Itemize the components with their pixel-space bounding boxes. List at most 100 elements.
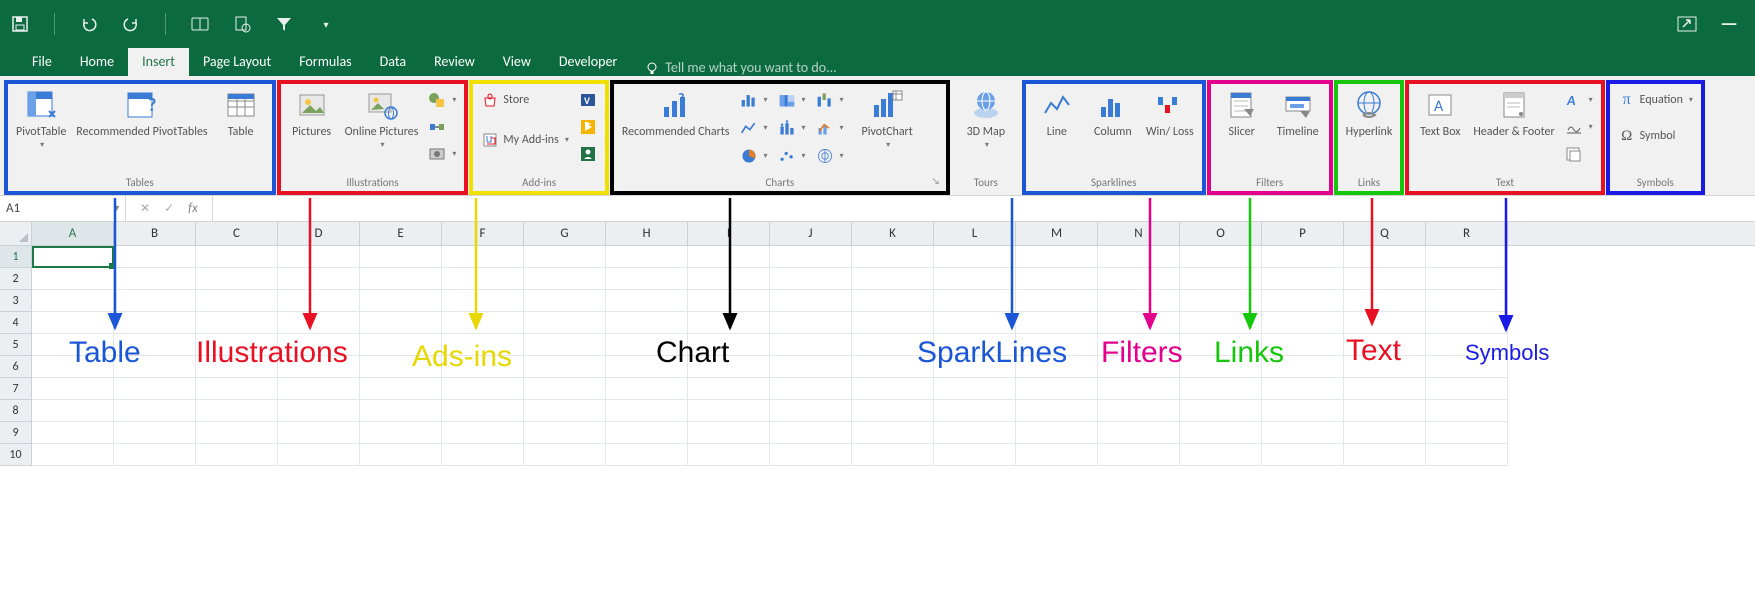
cell[interactable] — [32, 268, 114, 290]
cell[interactable] — [278, 400, 360, 422]
cell[interactable] — [1180, 400, 1262, 422]
row-header[interactable]: 2 — [0, 268, 32, 290]
cell[interactable] — [770, 378, 852, 400]
cell[interactable] — [934, 422, 1016, 444]
cell[interactable] — [360, 422, 442, 444]
cell[interactable] — [1098, 444, 1180, 466]
column-chart-button[interactable]: ▾ — [740, 88, 776, 112]
cell[interactable] — [852, 290, 934, 312]
cell[interactable] — [688, 290, 770, 312]
cell[interactable] — [196, 422, 278, 444]
cell[interactable] — [934, 400, 1016, 422]
cell[interactable] — [278, 268, 360, 290]
cell[interactable] — [114, 312, 196, 334]
cell[interactable] — [1426, 312, 1508, 334]
tab-data[interactable]: Data — [366, 47, 420, 76]
cell[interactable] — [524, 356, 606, 378]
cell[interactable] — [196, 246, 278, 268]
scatter-chart-button[interactable]: ▾ — [778, 144, 814, 168]
cell[interactable] — [196, 400, 278, 422]
cell[interactable] — [852, 444, 934, 466]
line-chart-button[interactable]: ▾ — [740, 116, 776, 140]
column-header[interactable]: K — [852, 222, 934, 245]
cell[interactable] — [1344, 290, 1426, 312]
cell[interactable] — [688, 356, 770, 378]
cell[interactable] — [196, 268, 278, 290]
cell[interactable] — [196, 334, 278, 356]
pictures-button[interactable]: Pictures — [289, 88, 335, 139]
cell[interactable] — [1016, 246, 1098, 268]
column-header[interactable]: R — [1426, 222, 1508, 245]
cell[interactable] — [770, 422, 852, 444]
column-header[interactable]: N — [1098, 222, 1180, 245]
smartart-button[interactable] — [428, 115, 456, 139]
cell[interactable] — [688, 422, 770, 444]
cell[interactable] — [852, 356, 934, 378]
cell[interactable] — [360, 334, 442, 356]
cell[interactable] — [1426, 378, 1508, 400]
cell[interactable] — [1016, 290, 1098, 312]
column-header[interactable]: P — [1262, 222, 1344, 245]
column-header[interactable]: A — [32, 222, 114, 245]
enter-icon[interactable]: ✓ — [164, 201, 174, 216]
cell[interactable] — [1098, 246, 1180, 268]
cell[interactable] — [688, 334, 770, 356]
cell[interactable] — [1344, 334, 1426, 356]
cell[interactable] — [114, 290, 196, 312]
undo-icon[interactable] — [77, 12, 101, 36]
tab-review[interactable]: Review — [420, 47, 489, 76]
cell[interactable] — [770, 246, 852, 268]
cell[interactable] — [524, 400, 606, 422]
cell[interactable] — [32, 246, 114, 268]
row-header[interactable]: 5 — [0, 334, 32, 356]
slicer-button[interactable]: Slicer — [1219, 88, 1265, 139]
tab-view[interactable]: View — [489, 47, 545, 76]
cell[interactable] — [1098, 312, 1180, 334]
cell[interactable] — [1344, 268, 1426, 290]
cell[interactable] — [32, 444, 114, 466]
cell[interactable] — [1016, 312, 1098, 334]
cell[interactable] — [934, 312, 1016, 334]
cell[interactable] — [1016, 378, 1098, 400]
cell[interactable] — [606, 246, 688, 268]
signature-line-button[interactable]: ▾ — [1565, 115, 1593, 139]
cell[interactable] — [524, 378, 606, 400]
cell[interactable] — [1426, 422, 1508, 444]
cell[interactable] — [360, 356, 442, 378]
save-icon[interactable] — [8, 12, 32, 36]
cell[interactable] — [770, 444, 852, 466]
cell[interactable] — [934, 246, 1016, 268]
cell[interactable] — [1426, 400, 1508, 422]
cell[interactable] — [278, 312, 360, 334]
row-header[interactable]: 7 — [0, 378, 32, 400]
cell[interactable] — [1344, 400, 1426, 422]
cell[interactable] — [360, 268, 442, 290]
cell[interactable] — [114, 334, 196, 356]
equation-button[interactable]: π Equation ▾ — [1618, 88, 1693, 112]
cell[interactable] — [1262, 268, 1344, 290]
shapes-button[interactable]: ▾ — [428, 88, 456, 112]
cell[interactable] — [1180, 334, 1262, 356]
people-graph-button[interactable] — [579, 142, 597, 166]
cell[interactable] — [196, 378, 278, 400]
ribbon-display-options-icon[interactable] — [1675, 12, 1699, 36]
cell[interactable] — [524, 444, 606, 466]
cell[interactable] — [852, 268, 934, 290]
column-header[interactable]: Q — [1344, 222, 1426, 245]
cell[interactable] — [770, 400, 852, 422]
cell[interactable] — [1098, 268, 1180, 290]
cell[interactable] — [1180, 268, 1262, 290]
tab-insert[interactable]: Insert — [128, 47, 189, 76]
pivottable-button[interactable]: PivotTable ▾ — [16, 88, 66, 150]
cell[interactable] — [114, 356, 196, 378]
cell[interactable] — [442, 312, 524, 334]
cell[interactable] — [606, 422, 688, 444]
header-footer-button[interactable]: Header & Footer — [1473, 88, 1554, 139]
cell[interactable] — [934, 444, 1016, 466]
textbox-button[interactable]: A Text Box — [1417, 88, 1463, 139]
cell[interactable] — [1262, 334, 1344, 356]
cell[interactable] — [770, 290, 852, 312]
cell[interactable] — [1262, 422, 1344, 444]
cell[interactable] — [32, 290, 114, 312]
cell[interactable] — [278, 356, 360, 378]
